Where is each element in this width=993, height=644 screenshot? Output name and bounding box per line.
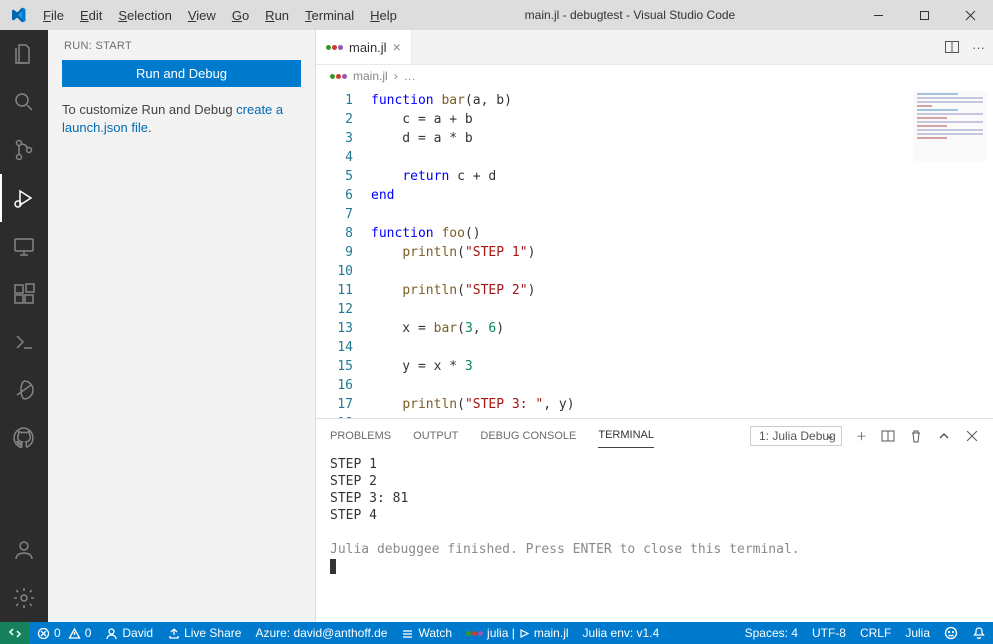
split-terminal-icon[interactable] xyxy=(881,429,895,443)
menu-selection[interactable]: Selection xyxy=(110,8,179,23)
status-user[interactable]: David xyxy=(98,622,160,644)
status-julia-context[interactable]: julia | main.jl xyxy=(459,622,575,644)
menu-view[interactable]: View xyxy=(180,8,224,23)
menu-bar: File Edit Selection View Go Run Terminal… xyxy=(35,8,405,23)
menu-file[interactable]: File xyxy=(35,8,72,23)
activity-azure-icon[interactable] xyxy=(0,366,48,414)
terminal-selector-dropdown[interactable]: 1: Julia Debug xyxy=(750,426,842,446)
status-spaces[interactable]: Spaces: 4 xyxy=(738,626,805,640)
close-panel-icon[interactable] xyxy=(965,429,979,443)
status-julia-env[interactable]: Julia env: v1.4 xyxy=(576,622,667,644)
vscode-logo-icon xyxy=(0,7,35,23)
new-terminal-icon[interactable]: ＋ xyxy=(856,428,867,444)
status-errors[interactable]: 0 xyxy=(30,622,68,644)
activity-extensions-icon[interactable] xyxy=(0,270,48,318)
activity-github-icon[interactable] xyxy=(0,414,48,462)
status-eol[interactable]: CRLF xyxy=(853,626,898,640)
activity-search-icon[interactable] xyxy=(0,78,48,126)
activity-settings-icon[interactable] xyxy=(0,574,48,622)
minimize-button[interactable] xyxy=(855,0,901,30)
editor-group: main.jl × ··· main.jl › … 12345678910111… xyxy=(316,30,993,622)
activity-remote-explorer-icon[interactable] xyxy=(0,222,48,270)
status-remote-icon[interactable] xyxy=(0,622,30,644)
status-bar: 0 0 David Live Share Azure: david@anthof… xyxy=(0,622,993,644)
terminal-content[interactable]: STEP 1 STEP 2 STEP 3: 81 STEP 4 Julia de… xyxy=(316,452,993,622)
breadcrumb-rest: … xyxy=(404,69,416,83)
panel-tab-debug-console[interactable]: DEBUG CONSOLE xyxy=(480,424,576,448)
breadcrumb-file: main.jl xyxy=(353,69,388,83)
split-editor-icon[interactable] xyxy=(944,39,960,55)
minimap[interactable] xyxy=(913,91,987,161)
status-language[interactable]: Julia xyxy=(898,626,937,640)
sidebar-title: RUN: START xyxy=(48,30,315,60)
breadcrumb-separator-icon: › xyxy=(394,69,398,83)
panel-tab-output[interactable]: OUTPUT xyxy=(413,424,458,448)
status-notifications-icon[interactable] xyxy=(965,626,993,640)
panel-tabs: PROBLEMS OUTPUT DEBUG CONSOLE TERMINAL 1… xyxy=(316,419,993,452)
bottom-panel: PROBLEMS OUTPUT DEBUG CONSOLE TERMINAL 1… xyxy=(316,418,993,622)
menu-go[interactable]: Go xyxy=(224,8,257,23)
status-feedback-icon[interactable] xyxy=(937,626,965,640)
line-number-gutter: 12345678910111213141516171819 xyxy=(316,87,371,418)
breadcrumb[interactable]: main.jl › … xyxy=(316,65,993,87)
activity-explorer-icon[interactable] xyxy=(0,30,48,78)
menu-terminal[interactable]: Terminal xyxy=(297,8,362,23)
window-title: main.jl - debugtest - Visual Studio Code xyxy=(405,8,855,22)
activity-bar xyxy=(0,30,48,622)
run-and-debug-button[interactable]: Run and Debug xyxy=(62,60,301,87)
more-actions-icon[interactable]: ··· xyxy=(972,40,985,55)
activity-source-control-icon[interactable] xyxy=(0,126,48,174)
menu-run[interactable]: Run xyxy=(257,8,297,23)
status-warnings[interactable]: 0 xyxy=(68,622,99,644)
terminal-cursor xyxy=(330,559,336,574)
panel-tab-problems[interactable]: PROBLEMS xyxy=(330,424,391,448)
kill-terminal-icon[interactable] xyxy=(909,429,923,443)
status-watch[interactable]: Watch xyxy=(394,622,459,644)
menu-edit[interactable]: Edit xyxy=(72,8,110,23)
close-button[interactable] xyxy=(947,0,993,30)
tab-main-jl[interactable]: main.jl × xyxy=(316,30,412,64)
maximize-panel-icon[interactable] xyxy=(937,429,951,443)
terminal-finished-msg: Julia debuggee finished. Press ENTER to … xyxy=(330,542,800,557)
activity-accounts-icon[interactable] xyxy=(0,526,48,574)
titlebar: File Edit Selection View Go Run Terminal… xyxy=(0,0,993,30)
maximize-button[interactable] xyxy=(901,0,947,30)
editor-tabs: main.jl × ··· xyxy=(316,30,993,65)
terminal-output: STEP 1 STEP 2 STEP 3: 81 STEP 4 xyxy=(330,457,408,523)
julia-icon xyxy=(466,631,483,636)
activity-terminal-icon[interactable] xyxy=(0,318,48,366)
tab-label: main.jl xyxy=(349,40,387,55)
tab-close-icon[interactable]: × xyxy=(393,39,401,55)
sidebar-run: RUN: START Run and Debug To customize Ru… xyxy=(48,30,316,622)
code-content[interactable]: function bar(a, b) c = a + b d = a * b r… xyxy=(371,87,993,418)
panel-tab-terminal[interactable]: TERMINAL xyxy=(598,423,654,448)
menu-help[interactable]: Help xyxy=(362,8,405,23)
code-editor[interactable]: 12345678910111213141516171819 function b… xyxy=(316,87,993,418)
julia-file-icon xyxy=(330,74,347,79)
activity-run-debug-icon[interactable] xyxy=(0,174,48,222)
julia-file-icon xyxy=(326,45,343,50)
sidebar-description: To customize Run and Debug create a laun… xyxy=(62,101,301,136)
status-encoding[interactable]: UTF-8 xyxy=(805,626,853,640)
status-liveshare[interactable]: Live Share xyxy=(160,622,248,644)
status-azure[interactable]: Azure: david@anthoff.de xyxy=(248,622,394,644)
